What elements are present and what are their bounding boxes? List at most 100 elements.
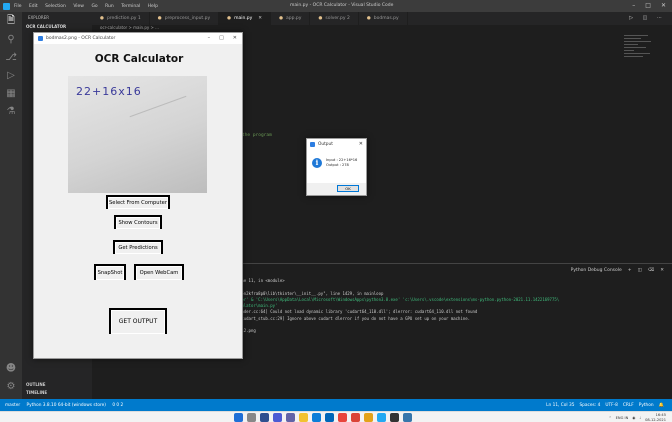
extensions-icon[interactable]: ▦ [0, 84, 22, 102]
store-icon[interactable] [325, 413, 334, 422]
volume-icon[interactable]: ♩ [639, 416, 641, 420]
tab-app[interactable]: ● app.py [271, 12, 311, 25]
encoding-status[interactable]: UTF-8 [605, 403, 618, 408]
close-icon[interactable]: ✕ [359, 141, 363, 147]
python-file-icon: ● [279, 16, 284, 21]
new-terminal-icon[interactable]: + [628, 268, 632, 273]
source-control-icon[interactable]: ⎇ [0, 48, 22, 66]
app-icon[interactable] [364, 413, 373, 422]
ocr-calculator-window: bodmas2.png - OCR Calculator – □ ✕ OCR C… [33, 32, 243, 359]
tab-label: app.py [286, 16, 302, 21]
terminal-selector[interactable]: Python Debug Console [571, 268, 622, 273]
notifications-icon[interactable]: 🔔 [659, 403, 664, 408]
tk-feather-icon [310, 141, 315, 147]
show-contours-button[interactable]: Show Contours [114, 215, 162, 229]
menu-bar: File Edit Selection View Go Run Terminal… [14, 4, 164, 9]
taskbar-pinned-apps [234, 413, 412, 422]
open-webcam-button[interactable]: Open WebCam [134, 264, 184, 280]
tab-main[interactable]: ● main.py ✕ [219, 12, 272, 25]
cursor-position[interactable]: Ln 11, Col 35 [546, 403, 574, 408]
ocr-window-titlebar[interactable]: bodmas2.png - OCR Calculator – □ ✕ [34, 33, 242, 44]
mail-icon[interactable] [338, 413, 347, 422]
settings-gear-icon[interactable]: ⚙ [0, 377, 22, 395]
get-output-button[interactable]: GET OUTPUT [109, 308, 167, 334]
app-heading: OCR Calculator [94, 53, 184, 65]
vscode-taskbar-icon[interactable] [377, 413, 386, 422]
menu-view[interactable]: View [73, 4, 84, 9]
language-status[interactable]: Python [639, 403, 654, 408]
button-label: GET OUTPUT [111, 310, 165, 334]
tab-bodmas[interactable]: ● bodmas.py [359, 12, 408, 25]
file-explorer-icon[interactable] [299, 413, 308, 422]
handwritten-equation-image: 22+16x16 [68, 76, 207, 193]
timeline-section[interactable]: TIMELINE [22, 388, 51, 397]
tab-solver[interactable]: ● solver.py 2 [310, 12, 359, 25]
get-predictions-button[interactable]: Get Predictions [113, 240, 163, 254]
task-view-icon[interactable] [260, 413, 269, 422]
tab-label: bodmas.py [373, 16, 399, 21]
info-icon: i [312, 158, 322, 168]
output-dialog-titlebar[interactable]: Output ✕ [307, 139, 366, 149]
explorer-title: EXPLORER [28, 15, 49, 20]
menu-edit[interactable]: Edit [29, 4, 38, 9]
windows-start-icon[interactable] [234, 413, 243, 422]
activity-bar: 🗎 ⚲ ⎇ ▷ ▦ ⚗ ☻ ⚙ [0, 12, 22, 399]
menu-help[interactable]: Help [148, 4, 158, 9]
output-dialog-title: Output [318, 141, 333, 147]
branch-status[interactable]: master [5, 403, 20, 408]
menu-selection[interactable]: Selection [45, 4, 66, 9]
editor-tabs: ● prediction.py 1 ● preprocess_input.py ● m… [92, 12, 672, 25]
problems-status[interactable]: 0 0 2 [112, 403, 123, 408]
ocr-window-controls: – □ ✕ [208, 35, 237, 41]
panel-close-icon[interactable]: ✕ [660, 268, 664, 273]
menu-go[interactable]: Go [91, 4, 97, 9]
select-from-computer-button[interactable]: Select From Computer [106, 195, 170, 209]
menu-file[interactable]: File [14, 4, 22, 9]
split-terminal-icon[interactable]: ◫ [638, 268, 642, 273]
run-debug-icon[interactable]: ▷ [0, 66, 22, 84]
python-taskbar-icon[interactable] [403, 413, 412, 422]
minimize-icon[interactable]: – [208, 35, 211, 41]
tk-feather-icon [38, 36, 43, 41]
wifi-icon[interactable]: ◉ [632, 416, 635, 420]
teams-chat-icon[interactable] [286, 413, 295, 422]
language-indicator[interactable]: ENG IN [616, 416, 629, 420]
terminal-taskbar-icon[interactable] [390, 413, 399, 422]
chrome-icon[interactable] [351, 413, 360, 422]
explorer-icon[interactable]: 🗎 [0, 12, 22, 30]
tab-preprocess-input[interactable]: ● preprocess_input.py [150, 12, 220, 25]
menu-run[interactable]: Run [105, 4, 114, 9]
snapshot-button[interactable]: SnapShot [94, 264, 126, 280]
tray-overflow-icon[interactable]: ⌃ [609, 416, 612, 420]
editor-actions[interactable]: ▷ ◫ ⋯ [629, 15, 666, 21]
status-bar: master Python 3.8.10 64-bit (windows sto… [0, 399, 672, 411]
ok-button[interactable]: OK [337, 185, 359, 192]
vscode-titlebar: File Edit Selection View Go Run Terminal… [0, 0, 672, 12]
close-icon[interactable]: ✕ [661, 2, 666, 9]
indentation-status[interactable]: Spaces: 4 [579, 403, 600, 408]
eol-status[interactable]: CRLF [623, 403, 634, 408]
button-label: Select From Computer [108, 197, 168, 209]
widgets-icon[interactable] [273, 413, 282, 422]
search-icon[interactable] [247, 413, 256, 422]
button-label: Get Predictions [115, 242, 161, 254]
close-icon[interactable]: ✕ [233, 35, 237, 41]
testing-icon[interactable]: ⚗ [0, 102, 22, 120]
account-icon[interactable]: ☻ [0, 359, 22, 377]
clock-date: 08-12-2021 [645, 417, 666, 422]
trash-icon[interactable]: ⌫ [648, 268, 654, 273]
python-interpreter-status[interactable]: Python 3.8.10 64-bit (windows store) [27, 403, 106, 408]
edge-browser-icon[interactable] [312, 413, 321, 422]
tab-prediction[interactable]: ● prediction.py 1 [92, 12, 150, 25]
paper-crease [129, 95, 187, 118]
taskbar-clock[interactable]: 16:45 08-12-2021 [645, 413, 666, 422]
search-icon[interactable]: ⚲ [0, 30, 22, 48]
tab-close-icon[interactable]: ✕ [258, 16, 262, 21]
folder-header[interactable]: OCR CALCULATOR [22, 22, 92, 31]
maximize-icon[interactable]: □ [219, 35, 224, 41]
menu-terminal[interactable]: Terminal [121, 4, 140, 9]
minimize-icon[interactable]: – [632, 2, 635, 9]
minimap[interactable] [624, 35, 658, 95]
tab-label: preprocess_input.py [164, 16, 211, 21]
maximize-icon[interactable]: □ [645, 2, 651, 9]
